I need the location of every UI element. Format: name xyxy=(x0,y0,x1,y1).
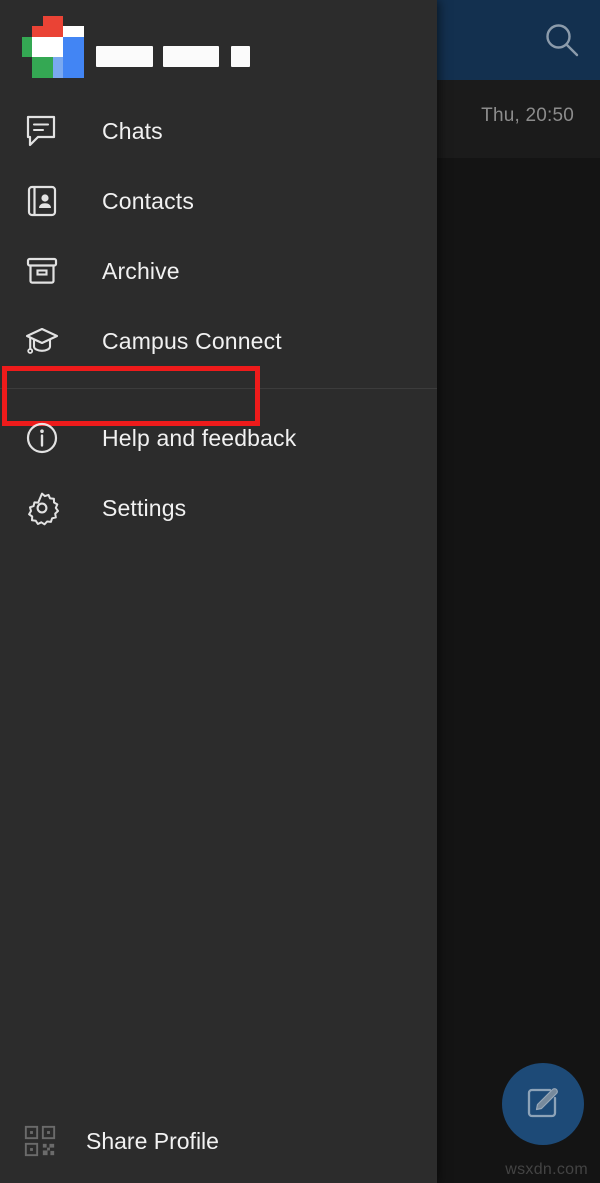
info-circle-icon xyxy=(22,418,62,458)
sidebar-item-label: Contacts xyxy=(102,188,194,215)
drawer-header xyxy=(0,0,437,96)
contacts-book-icon xyxy=(22,181,62,221)
sidebar-item-label: Archive xyxy=(102,258,180,285)
watermark-text: wsxdn.com xyxy=(505,1161,588,1179)
sidebar-item-label: Settings xyxy=(102,495,186,522)
menu-divider xyxy=(0,388,437,389)
search-icon[interactable] xyxy=(540,18,584,62)
messages-app-logo-icon xyxy=(22,16,84,78)
chat-bubble-icon xyxy=(22,111,62,151)
compose-fab-button[interactable] xyxy=(502,1063,584,1145)
sidebar-item-help-and-feedback[interactable]: Help and feedback xyxy=(0,403,437,473)
sidebar-item-contacts[interactable]: Contacts xyxy=(0,166,437,236)
navigation-drawer: Chats Contacts xyxy=(0,0,437,1183)
compose-icon xyxy=(523,1084,563,1124)
sidebar-item-label: Campus Connect xyxy=(102,328,282,355)
date-label: Thu, 20:50 xyxy=(481,105,574,127)
sidebar-item-chats[interactable]: Chats xyxy=(0,96,437,166)
sidebar-item-campus-connect[interactable]: Campus Connect xyxy=(0,306,437,376)
redacted-account-bar-3 xyxy=(231,46,250,67)
screen-root: Thu, 20:50 wsxdn.com xyxy=(0,0,600,1183)
sidebar-item-label: Chats xyxy=(102,118,163,145)
sidebar-item-settings[interactable]: Settings xyxy=(0,473,437,543)
archive-box-icon xyxy=(22,251,62,291)
drawer-secondary-menu: Help and feedback Settings xyxy=(0,403,437,543)
graduation-cap-icon xyxy=(22,321,62,361)
share-profile-label: Share Profile xyxy=(86,1128,219,1155)
share-profile-button[interactable]: Share Profile xyxy=(0,1111,219,1171)
drawer-primary-menu: Chats Contacts xyxy=(0,96,437,376)
sidebar-item-label: Help and feedback xyxy=(102,425,296,452)
sidebar-item-archive[interactable]: Archive xyxy=(0,236,437,306)
gear-icon xyxy=(22,488,62,528)
redacted-account-bar-1 xyxy=(96,46,153,67)
qr-code-icon xyxy=(20,1121,60,1161)
redacted-account-bar-2 xyxy=(163,46,219,67)
